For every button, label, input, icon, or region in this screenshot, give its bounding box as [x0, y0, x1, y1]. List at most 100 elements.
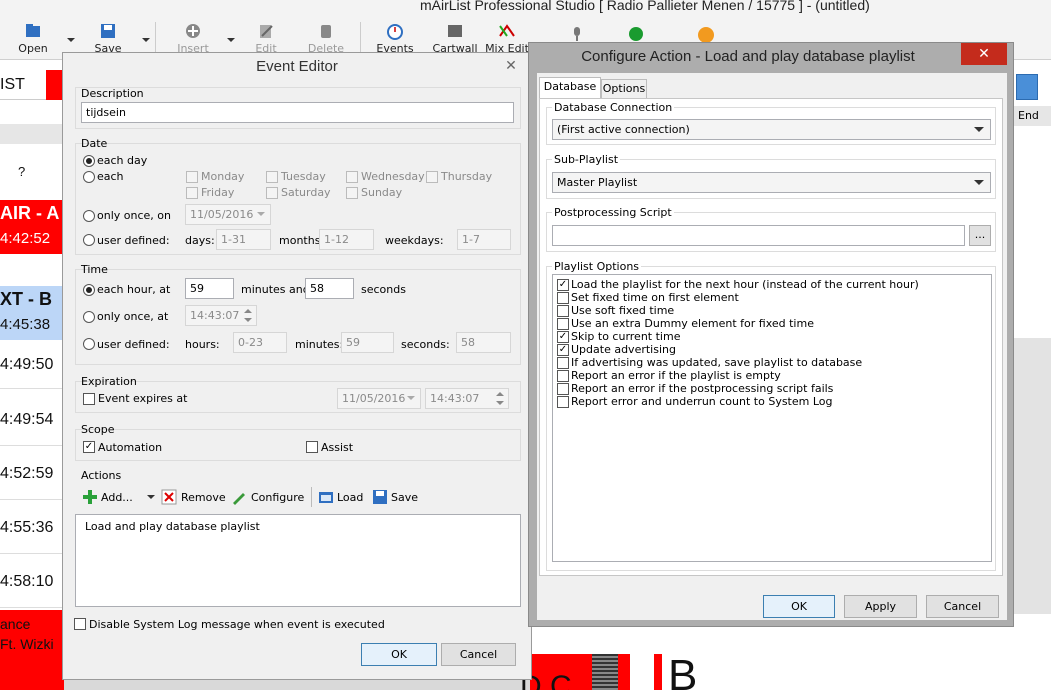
each-hour-label: each hour, at — [97, 283, 171, 296]
option-checkbox[interactable] — [557, 357, 569, 369]
once-date-picker[interactable]: 11/05/2016 — [185, 204, 271, 225]
friday-checkbox[interactable] — [186, 187, 198, 199]
save-actions-button[interactable]: Save — [391, 491, 418, 504]
mix-icon — [499, 24, 515, 37]
disable-log-label: Disable System Log message when event is… — [89, 618, 385, 631]
automation-checkbox[interactable]: ✓ — [83, 441, 95, 453]
browse-script-button[interactable]: ... — [969, 225, 991, 246]
each-day-radio[interactable] — [83, 155, 95, 167]
expiration-time-spinner[interactable] — [493, 390, 507, 407]
assist-checkbox[interactable] — [306, 441, 318, 453]
green-status-icon[interactable] — [628, 26, 644, 42]
playlist-row[interactable]: 4:58:10 — [0, 556, 64, 608]
action-list-item[interactable]: Load and play database playlist — [85, 520, 260, 533]
event-editor-title: Event Editor — [256, 58, 338, 75]
weekdays-input[interactable]: 1-7 — [457, 229, 511, 250]
tuesday-checkbox[interactable] — [266, 171, 278, 183]
option-checkbox[interactable] — [557, 396, 569, 408]
configure-cancel-button[interactable]: Cancel — [926, 595, 999, 618]
sub-playlist-select[interactable]: Master Playlist — [552, 172, 991, 193]
saturday-checkbox[interactable] — [266, 187, 278, 199]
disable-log-checkbox[interactable] — [74, 618, 86, 630]
microphone-icon[interactable] — [570, 26, 584, 42]
configure-ok-button[interactable]: OK — [763, 595, 835, 618]
player-bottom-block[interactable]: ance Ft. Wizki — [0, 610, 64, 690]
option-checkbox[interactable] — [557, 318, 569, 330]
tab-database[interactable]: Database — [539, 77, 601, 99]
days-input[interactable]: 1-31 — [216, 229, 271, 250]
date-user-defined-radio[interactable] — [83, 234, 95, 246]
only-once-on-label: only once, on — [97, 209, 171, 222]
option-checkbox[interactable] — [557, 305, 569, 317]
apply-button[interactable]: Apply — [844, 595, 917, 618]
onair-player-block[interactable]: AIR - A 4:42:52 — [0, 200, 64, 254]
option-label: Update advertising — [571, 343, 676, 356]
once-time-spinner[interactable] — [241, 307, 255, 324]
option-label: Report error and underrun count to Syste… — [571, 395, 833, 408]
option-label: Set fixed time on first element — [571, 291, 739, 304]
remove-action-button[interactable]: Remove — [181, 491, 226, 504]
add-dropdown-arrow[interactable] — [147, 495, 155, 499]
add-action-button[interactable]: Add... — [101, 491, 133, 504]
each-radio[interactable] — [83, 171, 95, 183]
only-once-at-radio[interactable] — [83, 311, 95, 323]
minutes-and-label: minutes and — [241, 283, 310, 296]
minutes-input[interactable]: 59 — [185, 278, 234, 299]
db-connection-select[interactable]: (First active connection) — [552, 119, 991, 140]
save-dropdown-arrow[interactable] — [142, 38, 150, 42]
playlist-row[interactable]: 4:55:36 — [0, 502, 64, 554]
only-once-on-radio[interactable] — [83, 210, 95, 222]
expires-checkbox[interactable] — [83, 393, 95, 405]
hours-input[interactable]: 0-23 — [233, 332, 287, 353]
event-editor-ok-button[interactable]: OK — [361, 643, 437, 666]
database-icon[interactable] — [1016, 74, 1038, 100]
close-icon[interactable]: ✕ — [499, 55, 523, 77]
toolbar-separator — [155, 22, 156, 52]
tab-options[interactable]: Options — [601, 79, 647, 99]
configure-action-button[interactable]: Configure — [251, 491, 304, 504]
option-checkbox[interactable]: ✓ — [557, 279, 569, 291]
open-button[interactable]: Open — [5, 22, 61, 58]
thursday-checkbox[interactable] — [426, 171, 438, 183]
app-title: mAirList Professional Studio [ Radio Pal… — [420, 0, 870, 13]
sunday-label: Sunday — [361, 186, 403, 199]
actions-list[interactable]: Load and play database playlist — [75, 514, 521, 607]
expiration-time-input[interactable]: 14:43:07 — [425, 388, 509, 409]
sunday-checkbox[interactable] — [346, 187, 358, 199]
playlist-row[interactable]: 4:52:59 — [0, 448, 64, 500]
once-time-value: 14:43:07 — [190, 309, 240, 322]
close-icon[interactable]: ✕ — [961, 43, 1007, 65]
seconds-input[interactable]: 58 — [305, 278, 354, 299]
once-time-input[interactable]: 14:43:07 — [185, 305, 257, 326]
playlist-row[interactable]: 4:49:54 — [0, 394, 64, 446]
add-icon — [83, 490, 97, 504]
actions-separator — [311, 487, 312, 507]
unknown-marker: ? — [18, 164, 26, 179]
description-input[interactable]: tijdsein — [81, 102, 514, 123]
minutes-ud-input[interactable]: 59 — [341, 332, 394, 353]
seconds-ud-input[interactable]: 58 — [456, 332, 511, 353]
option-checkbox[interactable] — [557, 383, 569, 395]
insert-dropdown-arrow[interactable] — [227, 38, 235, 42]
option-checkbox[interactable] — [557, 292, 569, 304]
open-label: Open — [18, 42, 48, 55]
wednesday-checkbox[interactable] — [346, 171, 358, 183]
months-input[interactable]: 1-12 — [319, 229, 374, 250]
time-user-defined-radio[interactable] — [83, 338, 95, 350]
delete-icon — [321, 25, 331, 38]
load-actions-button[interactable]: Load — [337, 491, 363, 504]
playlist-row[interactable]: 4:49:50 — [0, 341, 64, 389]
event-editor-cancel-button[interactable]: Cancel — [441, 643, 516, 666]
bottom-title-2: Ft. Wizki — [0, 636, 54, 652]
monday-checkbox[interactable] — [186, 171, 198, 183]
open-dropdown-arrow[interactable] — [67, 38, 75, 42]
postprocessing-script-input[interactable] — [552, 225, 965, 246]
each-hour-radio[interactable] — [83, 284, 95, 296]
option-checkbox[interactable]: ✓ — [557, 331, 569, 343]
option-checkbox[interactable]: ✓ — [557, 344, 569, 356]
next-player-block[interactable]: XT - B 4:45:38 — [0, 286, 64, 340]
expiration-date-picker[interactable]: 11/05/2016 — [337, 388, 421, 409]
toolbar-separator — [360, 22, 361, 52]
option-checkbox[interactable] — [557, 370, 569, 382]
time-user-defined-label: user defined: — [97, 338, 170, 351]
